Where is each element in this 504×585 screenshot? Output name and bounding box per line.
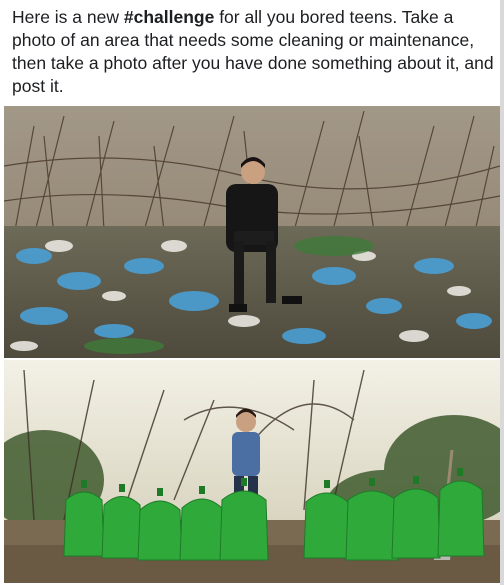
hashtag-link[interactable]: #challenge [124, 7, 214, 27]
before-photo-image [4, 106, 500, 358]
before-photo[interactable] [4, 106, 500, 358]
after-photo[interactable] [4, 360, 500, 583]
post-text: Here is a new #challenge for all you bor… [12, 6, 496, 98]
post-text-prefix: Here is a new [12, 7, 124, 27]
after-photo-image [4, 360, 500, 583]
page-edge [500, 0, 504, 585]
social-post: Here is a new #challenge for all you bor… [0, 0, 504, 585]
